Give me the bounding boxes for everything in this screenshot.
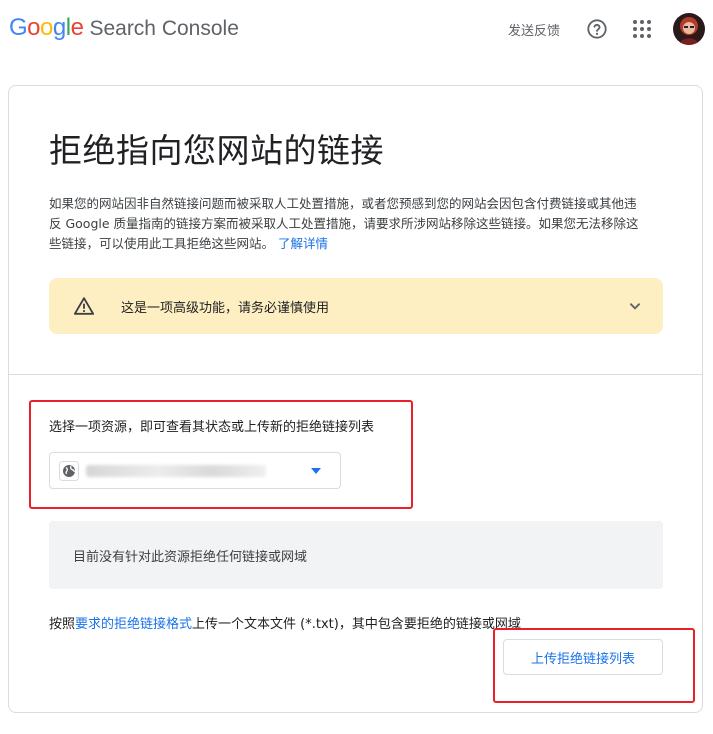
property-selector[interactable] bbox=[49, 452, 341, 489]
advanced-feature-warning[interactable]: 这是一项高级功能，请务必谨慎使用 bbox=[49, 278, 663, 334]
search-console-logo[interactable]: Google Search Console bbox=[9, 14, 239, 44]
property-name-redacted bbox=[86, 465, 266, 477]
chevron-down-icon[interactable] bbox=[624, 295, 646, 317]
product-name: Search Console bbox=[89, 17, 239, 40]
logo-letter: o bbox=[27, 14, 41, 41]
learn-more-link[interactable]: 了解详情 bbox=[278, 236, 328, 251]
logo-letter: G bbox=[9, 14, 28, 41]
upload-instructions: 按照要求的拒绝链接格式上传一个文本文件 (*.txt)，其中包含要拒绝的链接或网… bbox=[49, 613, 521, 632]
section-divider bbox=[9, 374, 702, 375]
upload-suffix: 上传一个文本文件 (*.txt)，其中包含要拒绝的链接或网域 bbox=[192, 617, 521, 632]
apps-grid-icon[interactable] bbox=[632, 19, 652, 39]
send-feedback-link[interactable]: 发送反馈 bbox=[508, 20, 560, 39]
top-bar: Google Search Console 发送反馈 bbox=[0, 0, 713, 58]
google-wordmark: Google bbox=[9, 14, 84, 42]
page-title: 拒绝指向您网站的链接 bbox=[49, 131, 384, 170]
upload-disavow-list-button[interactable]: 上传拒绝链接列表 bbox=[503, 639, 663, 675]
page-description: 如果您的网站因非自然链接问题而被采取人工处置措施，或者您预感到您的网站会因包含付… bbox=[49, 194, 639, 254]
empty-status-text: 目前没有针对此资源拒绝任何链接或网域 bbox=[73, 550, 308, 565]
disavow-card: 拒绝指向您网站的链接 如果您的网站因非自然链接问题而被采取人工处置措施，或者您预… bbox=[8, 85, 703, 713]
account-avatar[interactable] bbox=[673, 13, 705, 45]
dropdown-arrow-icon bbox=[311, 468, 321, 474]
description-text: 如果您的网站因非自然链接问题而被采取人工处置措施，或者您预感到您的网站会因包含付… bbox=[49, 196, 639, 251]
help-circle-icon[interactable] bbox=[586, 18, 608, 40]
logo-letter: o bbox=[40, 14, 53, 41]
globe-icon bbox=[59, 461, 79, 481]
format-requirements-link[interactable]: 要求的拒绝链接格式 bbox=[75, 617, 192, 632]
logo-letter: e bbox=[70, 14, 84, 41]
warning-triangle-icon bbox=[73, 297, 95, 315]
disavow-status-panel: 目前没有针对此资源拒绝任何链接或网域 bbox=[49, 521, 663, 589]
logo-letter: g bbox=[52, 14, 66, 41]
upload-prefix: 按照 bbox=[49, 617, 76, 632]
warning-text: 这是一项高级功能，请务必谨慎使用 bbox=[121, 301, 330, 316]
property-label: 选择一项资源，即可查看其状态或上传新的拒绝链接列表 bbox=[49, 420, 375, 435]
